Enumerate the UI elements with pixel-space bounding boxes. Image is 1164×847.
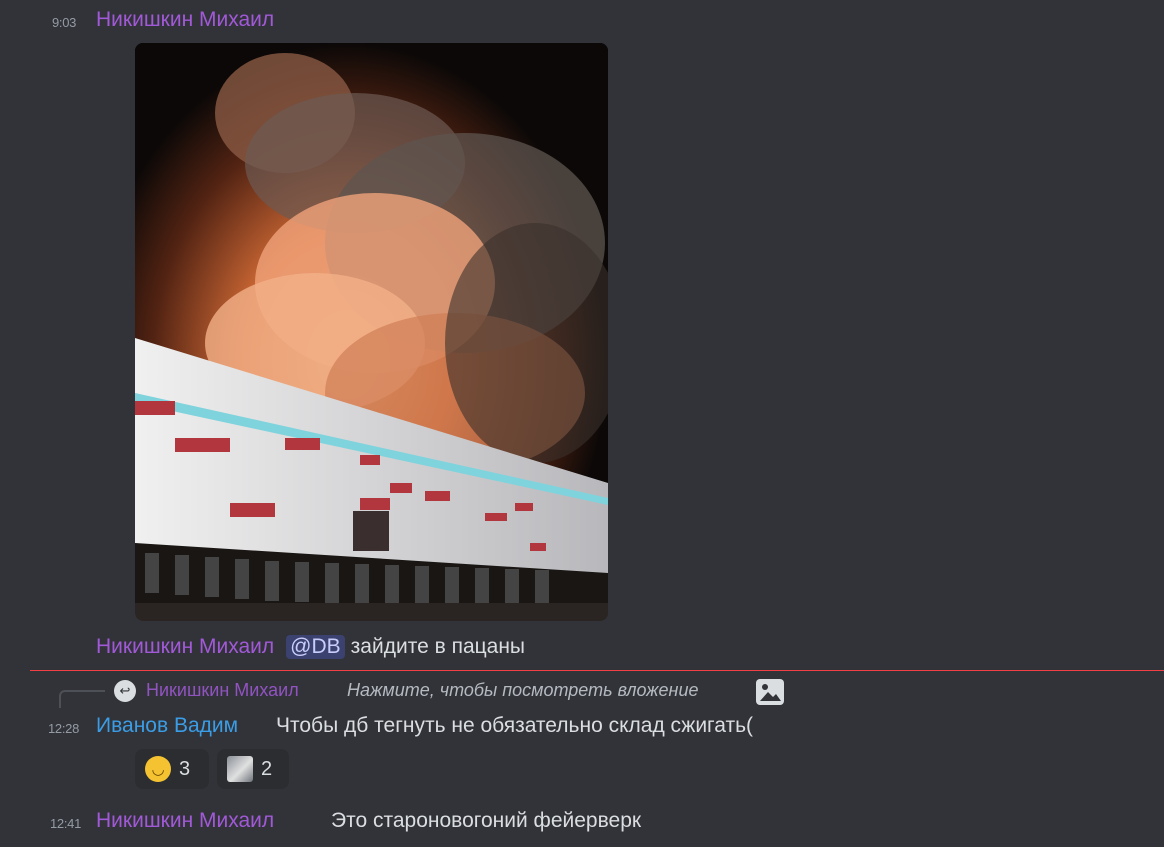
mention-db[interactable]: @DB <box>286 635 345 659</box>
message-text: Чтобы дб тегнуть не обязательно склад сж… <box>276 714 754 737</box>
reaction-tear-smile[interactable]: ◡ 3 <box>135 749 209 789</box>
image-icon <box>756 679 784 705</box>
image-attachment[interactable] <box>135 43 608 621</box>
reaction-count: 2 <box>261 757 273 780</box>
reaction-count: 3 <box>179 757 191 780</box>
new-messages-divider <box>30 670 1164 671</box>
message-row: Никишкин Михаил @DB зайдите в пацаны <box>96 635 525 659</box>
message-author[interactable]: Никишкин Михаил <box>96 635 274 659</box>
message-timestamp[interactable]: 9:03 <box>52 15 76 30</box>
cat-sticker-icon <box>227 756 253 782</box>
reaction-cat-sticker[interactable]: 2 <box>217 749 289 789</box>
reply-spine <box>59 690 105 708</box>
reply-preview-text[interactable]: Нажмите, чтобы посмотреть вложение <box>347 680 698 701</box>
message-author[interactable]: Никишкин Михаил <box>96 8 274 32</box>
reply-avatar[interactable]: ↩ <box>114 680 136 702</box>
fire-warehouse-image <box>135 43 608 621</box>
reply-author[interactable]: Никишкин Михаил <box>146 680 299 701</box>
tear-smile-emoji-icon: ◡ <box>145 756 171 782</box>
message-author[interactable]: Никишкин Михаил <box>96 809 274 833</box>
message-timestamp[interactable]: 12:41 <box>50 816 81 831</box>
message-text: Это староновогоний фейерверк <box>331 809 642 832</box>
message-timestamp[interactable]: 12:28 <box>48 721 79 736</box>
message-author[interactable]: Иванов Вадим <box>96 714 238 738</box>
message-text: зайдите в пацаны <box>350 635 526 658</box>
